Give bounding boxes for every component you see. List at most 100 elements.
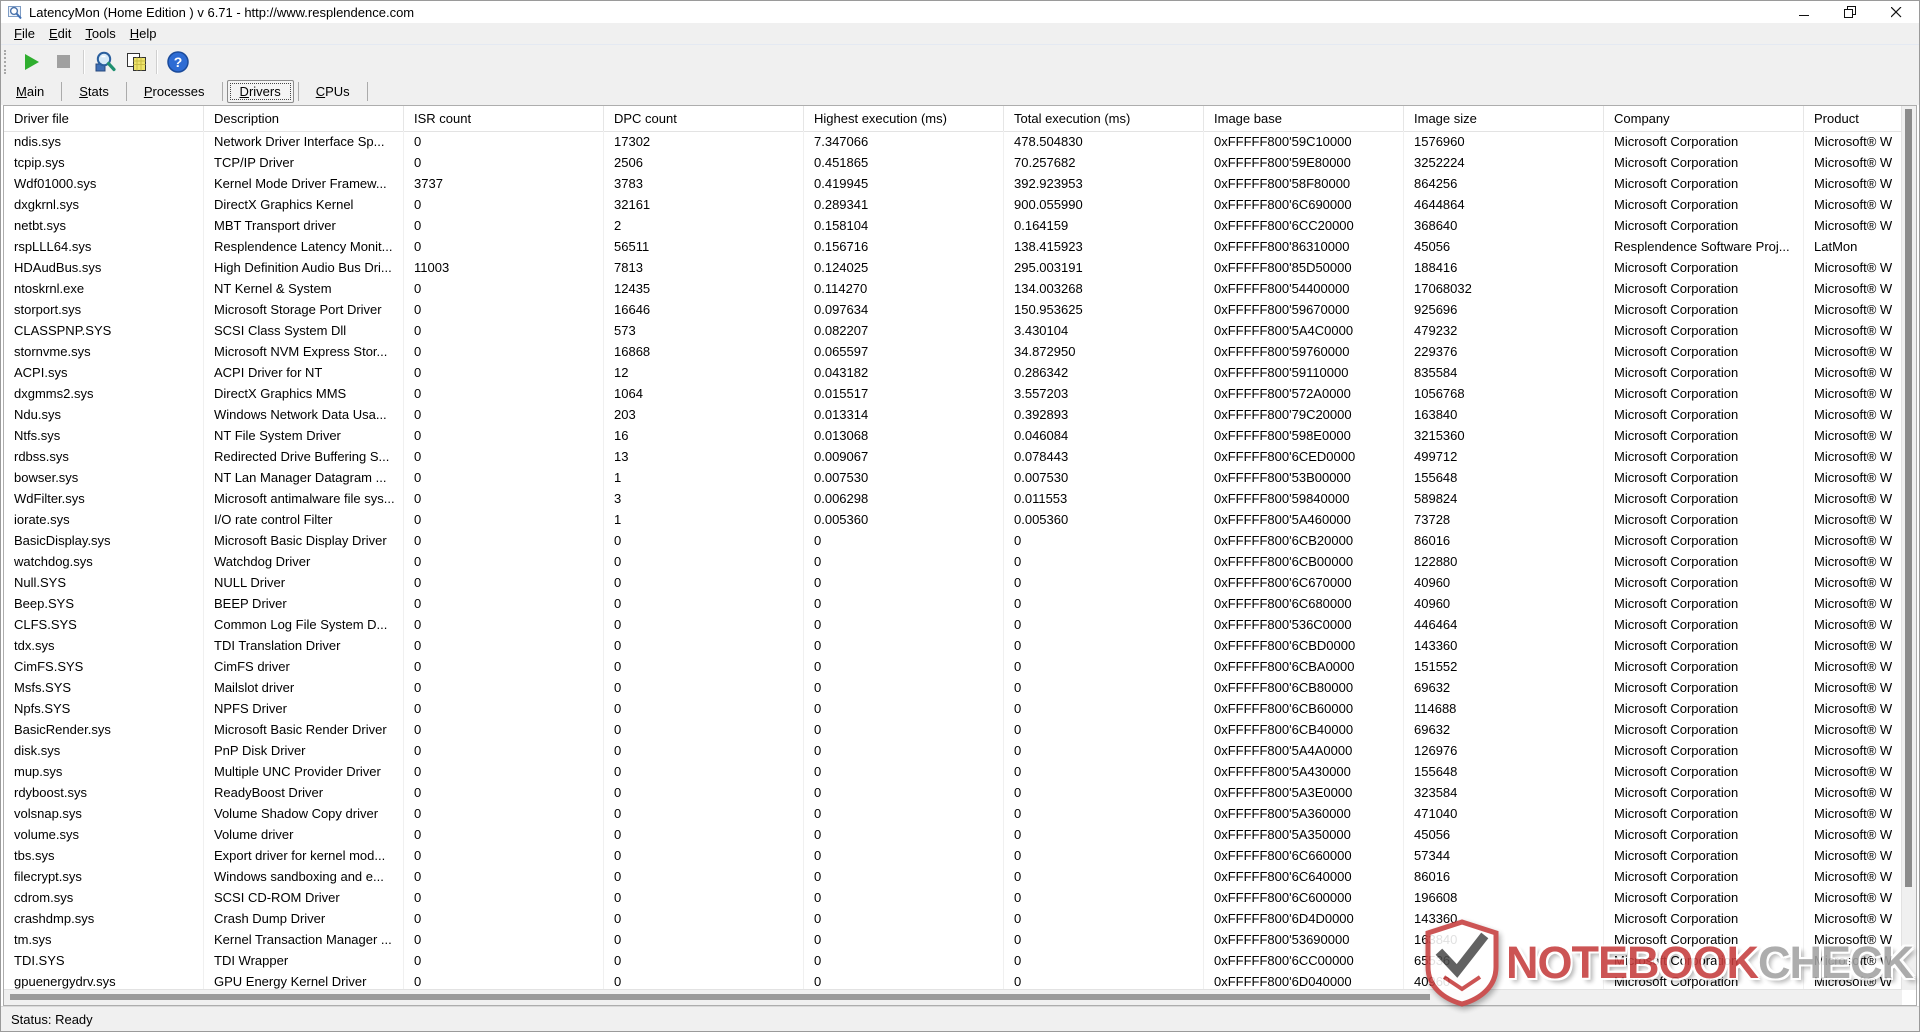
table-row[interactable]: volsnap.sys Volume Shadow Copy driver 0 0 0 0… (4, 803, 1916, 824)
table-row[interactable]: ntoskrnl.exe NT Kernel & System 0 12435 0.11… (4, 278, 1916, 299)
column-header-dpc-count[interactable]: DPC count (604, 106, 804, 131)
tab-main[interactable]: Main (3, 80, 57, 103)
table-row[interactable]: storport.sys Microsoft Storage Port Drive… (4, 299, 1916, 320)
analyze-button[interactable] (92, 49, 118, 75)
table-row[interactable]: tdx.sys TDI Translation Driver 0 0 0 0 0xFFFFF… (4, 635, 1916, 656)
start-monitor-button[interactable] (19, 49, 45, 75)
tab-processes[interactable]: Processes (131, 80, 218, 103)
table-row[interactable]: dxgkrnl.sys DirectX Graphics Kernel 0 32161… (4, 194, 1916, 215)
table-row[interactable]: CimFS.SYS CimFS driver 0 0 0 0 0xFFFFF800'6CBA… (4, 656, 1916, 677)
cell-driver-file: Beep.SYS (4, 593, 204, 614)
menu-item-edit[interactable]: Edit (42, 24, 78, 43)
cell-product: Microsoft® W (1804, 929, 1916, 950)
table-row[interactable]: BasicRender.sys Microsoft Basic Render Dr… (4, 719, 1916, 740)
table-row[interactable]: crashdmp.sys Crash Dump Driver 0 0 0 0 0xFFFFF… (4, 908, 1916, 929)
vertical-scrollbar[interactable] (1901, 106, 1916, 990)
toolbar-grip[interactable] (4, 49, 10, 74)
column-header-highest-execution-ms[interactable]: Highest execution (ms) (804, 106, 1004, 131)
table-row[interactable]: dxgmms2.sys DirectX Graphics MMS 0 1064 0.01… (4, 383, 1916, 404)
table-row[interactable]: Null.SYS NULL Driver 0 0 0 0 0xFFFFF800'6C6700… (4, 572, 1916, 593)
table-row[interactable]: filecrypt.sys Windows sandboxing and e...… (4, 866, 1916, 887)
cell-company: Microsoft Corporation (1604, 131, 1804, 152)
table-row[interactable]: disk.sys PnP Disk Driver 0 0 0 0 0xFFFFF800'5A… (4, 740, 1916, 761)
column-header-company[interactable]: Company (1604, 106, 1804, 131)
table-row[interactable]: TDI.SYS TDI Wrapper 0 0 0 0 0xFFFFF800'6CC0000… (4, 950, 1916, 971)
cell-image-base: 0xFFFFF800'6CBA0000 (1204, 656, 1404, 677)
table-row[interactable]: ACPI.sys ACPI Driver for NT 0 12 0.043182 0.2… (4, 362, 1916, 383)
cell-highest-execution-ms: 0.451865 (804, 152, 1004, 173)
cell-total-execution-ms: 478.504830 (1004, 131, 1204, 152)
cell-highest-execution-ms: 0 (804, 761, 1004, 782)
cell-product: Microsoft® W (1804, 278, 1916, 299)
menu-item-tools[interactable]: Tools (78, 24, 122, 43)
column-header-total-execution-ms[interactable]: Total execution (ms) (1004, 106, 1204, 131)
table-row[interactable]: CLFS.SYS Common Log File System D... 0 0 0 0 0… (4, 614, 1916, 635)
table-row[interactable]: watchdog.sys Watchdog Driver 0 0 0 0 0xFFFFF80… (4, 551, 1916, 572)
cell-total-execution-ms: 0 (1004, 635, 1204, 656)
table-row[interactable]: rdbss.sys Redirected Drive Buffering S...… (4, 446, 1916, 467)
vertical-scrollbar-thumb[interactable] (1905, 109, 1912, 887)
table-row[interactable]: netbt.sys MBT Transport driver 0 2 0.158104 0… (4, 215, 1916, 236)
table-row[interactable]: rspLLL64.sys Resplendence Latency Monit..… (4, 236, 1916, 257)
table-row[interactable]: cdrom.sys SCSI CD-ROM Driver 0 0 0 0 0xFFFFF80… (4, 887, 1916, 908)
cell-dpc-count: 3783 (604, 173, 804, 194)
table-row[interactable]: iorate.sys I/O rate control Filter 0 1 0.005… (4, 509, 1916, 530)
table-row[interactable]: stornvme.sys Microsoft NVM Express Stor..… (4, 341, 1916, 362)
table-row[interactable]: WdFilter.sys Microsoft antimalware file s… (4, 488, 1916, 509)
table-row[interactable]: BasicDisplay.sys Microsoft Basic Display … (4, 530, 1916, 551)
close-button[interactable] (1873, 1, 1919, 23)
table-row[interactable]: tcpip.sys TCP/IP Driver 0 2506 0.451865 70.25… (4, 152, 1916, 173)
table-row[interactable]: rdyboost.sys ReadyBoost Driver 0 0 0 0 0xFFFFF… (4, 782, 1916, 803)
help-button[interactable]: ? (165, 49, 191, 75)
column-header-driver-file[interactable]: Driver file (4, 106, 204, 131)
cell-highest-execution-ms: 0 (804, 530, 1004, 551)
horizontal-scrollbar[interactable] (4, 989, 1902, 1005)
column-header-image-size[interactable]: Image size (1404, 106, 1604, 131)
cell-image-base: 0xFFFFF800'53690000 (1204, 929, 1404, 950)
table-row[interactable]: bowser.sys NT Lan Manager Datagram ... 0 1 0… (4, 467, 1916, 488)
cell-isr-count: 0 (404, 131, 604, 152)
table-row[interactable]: CLASSPNP.SYS SCSI Class System Dll 0 573 0.0… (4, 320, 1916, 341)
table-row[interactable]: Ntfs.sys NT File System Driver 0 16 0.013068… (4, 425, 1916, 446)
cell-image-base: 0xFFFFF800'6CB80000 (1204, 677, 1404, 698)
tab-drivers[interactable]: Drivers (226, 80, 294, 103)
table-row[interactable]: Ndu.sys Windows Network Data Usa... 0 203 0.… (4, 404, 1916, 425)
minimize-button[interactable] (1781, 1, 1827, 23)
tab-separator (221, 82, 223, 101)
table-row[interactable]: HDAudBus.sys High Definition Audio Bus Dr… (4, 257, 1916, 278)
cell-description: Windows sandboxing and e... (204, 866, 404, 887)
cell-dpc-count: 12 (604, 362, 804, 383)
table-row[interactable]: ndis.sys Network Driver Interface Sp... 0 1… (4, 131, 1916, 152)
table-row[interactable]: Beep.SYS BEEP Driver 0 0 0 0 0xFFFFF800'6C6800… (4, 593, 1916, 614)
maximize-button[interactable] (1827, 1, 1873, 23)
table-row[interactable]: Msfs.SYS Mailslot driver 0 0 0 0 0xFFFFF800'6C… (4, 677, 1916, 698)
horizontal-scrollbar-thumb[interactable] (10, 994, 1430, 1000)
table-row[interactable]: tbs.sys Export driver for kernel mod... 0 0… (4, 845, 1916, 866)
menu-item-file[interactable]: File (7, 24, 42, 43)
cell-highest-execution-ms: 0.082207 (804, 320, 1004, 341)
cell-driver-file: WdFilter.sys (4, 488, 204, 509)
cell-dpc-count: 0 (604, 824, 804, 845)
column-header-description[interactable]: Description (204, 106, 404, 131)
stop-monitor-button[interactable] (50, 49, 76, 75)
tab-stats[interactable]: Stats (66, 80, 122, 103)
help-icon: ? (167, 50, 189, 73)
tab-cpus[interactable]: CPUs (303, 80, 363, 103)
column-header-image-base[interactable]: Image base (1204, 106, 1404, 131)
cell-dpc-count: 0 (604, 698, 804, 719)
cell-dpc-count: 0 (604, 929, 804, 950)
copy-report-button[interactable] (123, 49, 149, 75)
table-row[interactable]: mup.sys Multiple UNC Provider Driver 0 0 0 0 0… (4, 761, 1916, 782)
column-header-isr-count[interactable]: ISR count (404, 106, 604, 131)
cell-driver-file: watchdog.sys (4, 551, 204, 572)
cell-dpc-count: 0 (604, 530, 804, 551)
menu-item-help[interactable]: Help (123, 24, 164, 43)
table-row[interactable]: Npfs.SYS NPFS Driver 0 0 0 0 0xFFFFF800'6CB600… (4, 698, 1916, 719)
cell-image-size: 151552 (1404, 656, 1604, 677)
table-row[interactable]: volume.sys Volume driver 0 0 0 0 0xFFFFF800'5A… (4, 824, 1916, 845)
table-row[interactable]: Wdf01000.sys Kernel Mode Driver Framew...… (4, 173, 1916, 194)
table-row[interactable]: tm.sys Kernel Transaction Manager ... 0 0 0 0… (4, 929, 1916, 950)
cell-company: Microsoft Corporation (1604, 908, 1804, 929)
cell-isr-count: 0 (404, 719, 604, 740)
table-row[interactable]: gpuenergydrv.sys GPU Energy Kernel Driver… (4, 971, 1916, 990)
